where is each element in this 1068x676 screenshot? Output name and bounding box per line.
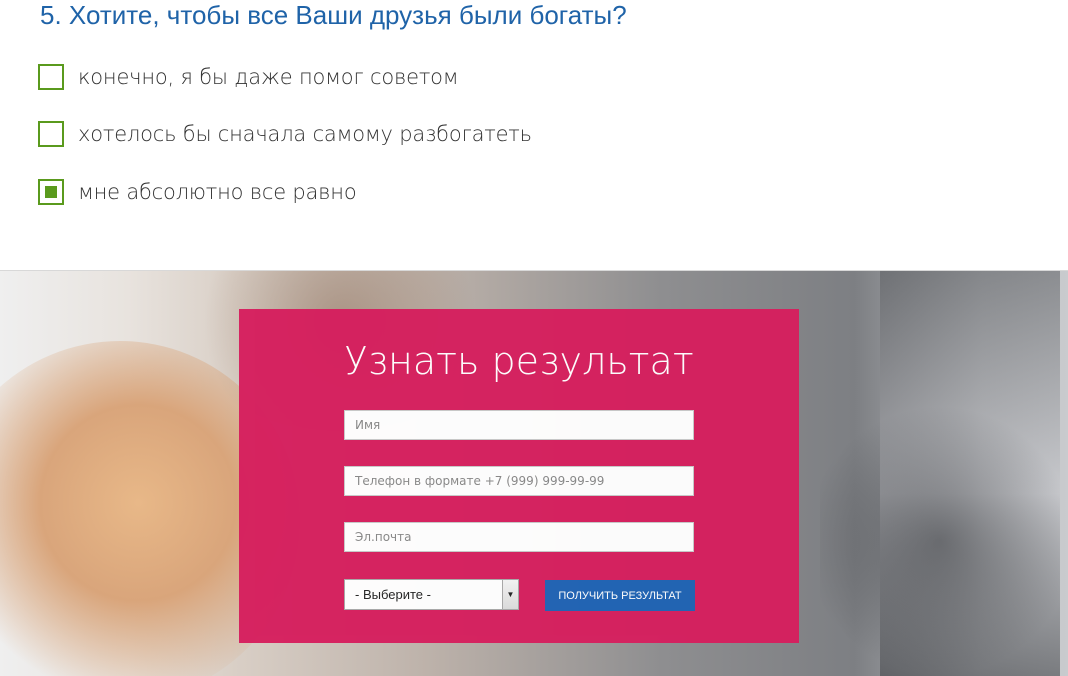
form-title: Узнать результат — [344, 339, 694, 383]
background-photo-dark — [820, 391, 1060, 676]
result-form: Узнать результат - Выберите - ▼ ПОЛУЧИТЬ… — [239, 309, 799, 643]
option-3[interactable]: мне абсолютно все равно — [38, 176, 357, 208]
option-label: конечно, я бы даже помог советом — [78, 65, 459, 89]
email-input[interactable] — [344, 522, 694, 552]
phone-input[interactable] — [344, 466, 694, 496]
option-1[interactable]: конечно, я бы даже помог советом — [38, 61, 459, 93]
option-label: хотелось бы сначала самому разбогатеть — [78, 122, 532, 146]
select-value: - Выберите - — [355, 587, 431, 602]
quiz-question: 5. Хотите, чтобы все Ваши друзья были бо… — [0, 0, 1068, 271]
name-input[interactable] — [344, 410, 694, 440]
chevron-down-icon[interactable]: ▼ — [502, 580, 518, 609]
checkbox-checked[interactable] — [38, 179, 64, 205]
checkbox[interactable] — [38, 64, 64, 90]
option-label: мне абсолютно все равно — [78, 180, 357, 204]
question-title: 5. Хотите, чтобы все Ваши друзья были бо… — [40, 0, 627, 30]
option-2[interactable]: хотелось бы сначала самому разбогатеть — [38, 118, 532, 150]
get-result-button[interactable]: ПОЛУЧИТЬ РЕЗУЛЬТАТ — [545, 580, 695, 611]
checkbox[interactable] — [38, 121, 64, 147]
choice-select[interactable]: - Выберите - ▼ — [344, 579, 519, 610]
